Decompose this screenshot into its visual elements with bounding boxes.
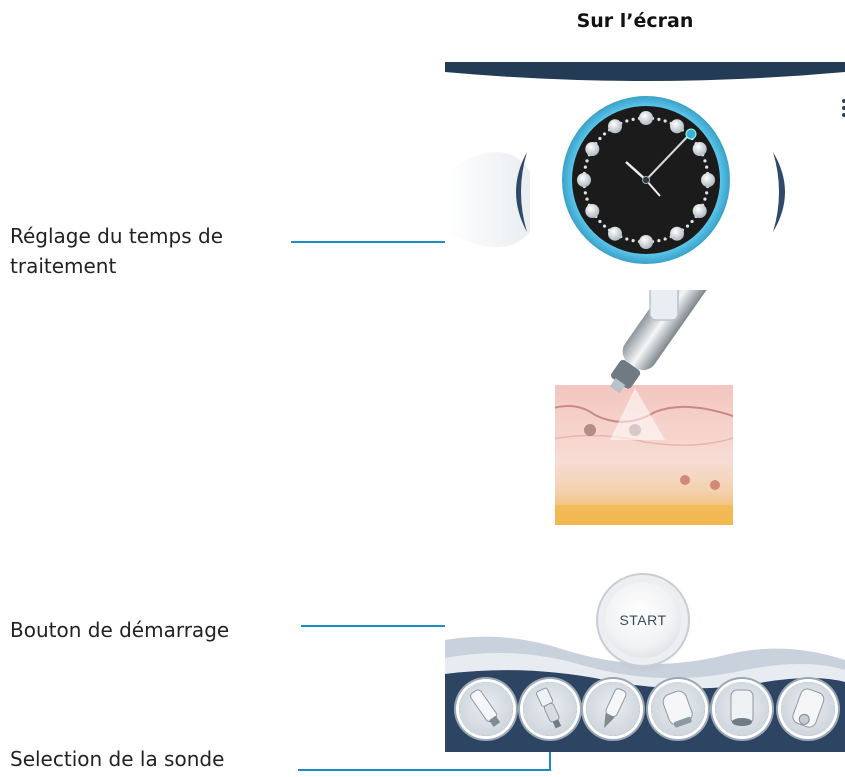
leader-line-probe-selection [298, 769, 551, 771]
annotation-probe-selection: Selection de la sonde [10, 747, 225, 771]
clock-hour-marker [608, 226, 622, 241]
probe-button-2[interactable] [523, 682, 577, 736]
probe-button-4[interactable] [651, 682, 705, 736]
probe-2-icon [535, 687, 562, 729]
device-screen: START [445, 62, 845, 752]
probe-button-3[interactable] [586, 682, 640, 736]
clock-hour-marker [692, 142, 707, 156]
clock-hour-marker [585, 204, 600, 218]
page-heading: Sur l’écran [576, 10, 694, 32]
clock-hour-marker [639, 235, 653, 249]
clock-hour-marker [692, 204, 707, 218]
annotation-treatment-time-line1: Réglage du temps de [10, 224, 223, 248]
start-button[interactable]: START [605, 582, 681, 658]
clock-hour-marker [608, 119, 622, 134]
clock-knob-icon [685, 128, 697, 140]
chevron-right-icon [773, 152, 785, 232]
probe-button-1[interactable] [459, 682, 513, 736]
treatment-time-clock[interactable] [560, 92, 732, 272]
next-button[interactable] [765, 132, 805, 252]
probe-1-icon [470, 689, 501, 727]
start-button-label: START [619, 612, 667, 628]
top-header-bar [445, 62, 845, 81]
previous-button[interactable] [445, 132, 530, 252]
clock-hour-marker [670, 119, 684, 134]
annotation-treatment-time-line2: traitement [10, 254, 117, 278]
treatment-illustration [555, 290, 734, 525]
hamburger-menu-icon[interactable] [841, 96, 845, 120]
clock-hour-marker [701, 173, 715, 187]
clock-hour-marker [585, 142, 600, 156]
clock-hour-marker [577, 173, 591, 187]
probe-button-5[interactable] [715, 682, 769, 736]
clock-hour-marker [670, 226, 684, 241]
annotation-treatment-time: Réglage du temps de traitement [10, 221, 223, 281]
probe-4-icon [662, 690, 693, 728]
annotation-start-button: Bouton de démarrage [10, 618, 230, 642]
probe-3-icon [604, 688, 627, 729]
probe-6-icon [792, 688, 825, 728]
clock-hour-marker [639, 111, 653, 125]
probe-5-icon [730, 689, 754, 726]
probe-button-6[interactable] [781, 682, 835, 736]
